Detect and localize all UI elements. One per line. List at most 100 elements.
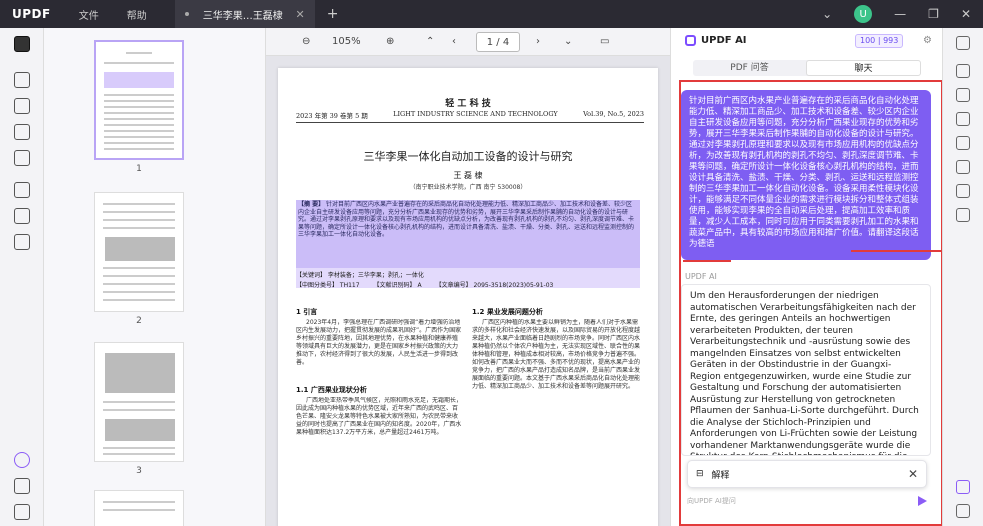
section-heading: 1.2 果业发展问题分析 — [472, 308, 543, 316]
right-tool-rail — [942, 28, 983, 526]
compress-icon[interactable] — [956, 112, 970, 126]
keywords: 【关键词】 李材装备；三华李果；剥孔；一体化 — [296, 272, 424, 279]
batch-icon[interactable] — [14, 234, 30, 250]
document-code: 【文献识别码】 A — [373, 282, 422, 289]
chevron-down-icon[interactable]: ⌄ — [822, 7, 832, 21]
zoom-level[interactable]: 105% — [332, 36, 361, 47]
column-left: 1 引言 2023年4月，李强总理在广西调研时强调“着力增强防治地区内生发展动力… — [296, 308, 462, 520]
section-heading: 1 引言 — [296, 308, 318, 316]
save-icon[interactable] — [956, 208, 970, 222]
underline-mark — [851, 250, 947, 252]
classification-row: 【中图分类号】 TH117 【文献识别码】 A 【文章编号】 2095-3518… — [296, 280, 640, 289]
document-area: 轻 工 科 技 2023 年第 39 卷第 5 期 LIGHT INDUSTRY… — [266, 56, 670, 526]
attachment-icon[interactable] — [14, 504, 30, 520]
tab-title: 三华李果…王磊棣 — [202, 10, 283, 22]
assistant-answer: Um den Herausforderungen der niedrigen a… — [681, 284, 931, 456]
abstract-label: 【摘 要】 — [298, 201, 325, 208]
explain-label[interactable]: 解释 — [712, 468, 730, 481]
column-right: 1.2 果业发展问题分析 广西区内种植的水果主要以鲜销为主，随着人们对于水果需求… — [472, 308, 640, 526]
journal-name: 轻 工 科 技 — [445, 99, 491, 109]
thumbnail-label: 2 — [136, 316, 142, 326]
close-explain-icon[interactable]: ✕ — [908, 467, 918, 481]
thumbnail-page-1[interactable] — [94, 40, 184, 160]
updf-ai-icon — [685, 35, 696, 46]
prev-page-icon[interactable]: ‹ — [452, 36, 456, 47]
thumbnail-panel: 1 2 3 — [44, 28, 266, 526]
paragraph: 广西区内种植的水果主要以鲜销为主，随着人们对于水果需求的多样化和社会经济快速发展… — [472, 319, 640, 390]
send-icon[interactable] — [918, 496, 927, 506]
journal-header: 2023 年第 39 卷第 5 期 LIGHT INDUSTRY SCIENCE… — [296, 110, 644, 123]
thumbnail-label: 3 — [136, 466, 142, 476]
mail-icon[interactable] — [956, 184, 970, 198]
new-tab-button[interactable]: + — [315, 6, 351, 22]
thumbnail-page-3[interactable] — [94, 342, 184, 462]
abstract-text: 针对目前广西区内水果产业普遍存在的采后商品化自动化处理能力低、精深加工商品少、加… — [298, 201, 635, 238]
ai-settings-icon[interactable]: ⚙ — [923, 35, 932, 46]
article-number: 【文章编号】 2095-3518(2023)05-91-03 — [435, 282, 554, 289]
tab-pdf-qa[interactable]: PDF 问答 — [693, 60, 806, 76]
paragraph: 广西地处亚热带季风气候区，光照和雨水充足，无霜期长，因此成为国内种植水果的优势区… — [296, 397, 462, 436]
avatar[interactable]: U — [854, 5, 873, 23]
user-message: 针对目前广西区内水果产业普遍存在的采后商品化自动化处理能力低、精深加工商品少、加… — [681, 90, 931, 260]
ocr-icon[interactable] — [956, 64, 970, 78]
thumbnail-page-2[interactable] — [94, 192, 184, 312]
app-logo: UPDF — [12, 7, 51, 21]
zoom-in-icon[interactable]: ⊕ — [386, 36, 394, 47]
protect-pdf-icon[interactable] — [956, 160, 970, 174]
layers-icon[interactable] — [14, 452, 30, 468]
menu-help[interactable]: 帮助 — [113, 7, 161, 22]
tab-chat[interactable]: 聊天 — [806, 60, 921, 76]
comment-icon[interactable] — [14, 72, 30, 88]
viewer-toolbar: ⊖ 105% ⊕ ⌃ ‹ 1 / 4 › ⌄ ▭ — [266, 28, 670, 56]
last-page-icon[interactable]: ⌄ — [564, 36, 572, 47]
abstract-highlighted[interactable]: 【摘 要】 针对目前广西区内水果产业普遍存在的采后商品化自动化处理能力低、精深加… — [296, 200, 640, 268]
first-page-icon[interactable]: ⌃ — [426, 36, 434, 47]
ai-quota-badge[interactable]: 100 | 993 — [855, 34, 904, 48]
present-icon[interactable]: ▭ — [600, 36, 609, 47]
ai-panel: UPDF AI 100 | 993 ⚙ PDF 问答 聊天 针对目前广西区内水果… — [670, 28, 947, 526]
document-tab[interactable]: 三华李果…王磊棣 ✕ — [174, 0, 315, 28]
explain-popup: ⊟ 解释 ✕ — [687, 460, 927, 488]
volume-info: Vol.39, No.5, 2023 — [583, 110, 644, 118]
ai-assistant-icon[interactable] — [956, 480, 970, 494]
next-page-icon[interactable]: › — [536, 36, 540, 47]
thumbnail-page-4[interactable] — [94, 490, 184, 526]
edit-icon[interactable] — [14, 98, 30, 114]
reader-icon[interactable] — [14, 36, 30, 52]
bookmark-icon[interactable] — [14, 478, 30, 494]
journal-english: LIGHT INDUSTRY SCIENCE AND TECHNOLOGY — [393, 110, 558, 118]
left-tool-rail — [0, 28, 44, 526]
title-bar: UPDF 文件 帮助 三华李果…王磊棣 ✕ + ⌄ U — ❐ ✕ — [0, 0, 983, 28]
protect-icon[interactable] — [14, 182, 30, 198]
chat-input-hint: 向UPDF AI提问 — [687, 497, 736, 505]
article-title: 三华李果一体化自动加工设备的设计与研究 — [363, 150, 573, 163]
issue-info: 2023 年第 39 卷第 5 期 — [296, 112, 368, 120]
paragraph: 2023年4月，李强总理在广西调研时强调“着力增强防治地区内生发展动力，把握贯彻… — [296, 319, 462, 366]
form-icon[interactable] — [14, 124, 30, 140]
tab-close-icon[interactable]: ✕ — [295, 8, 304, 21]
maximize-icon[interactable]: ❐ — [928, 7, 939, 21]
section-heading: 1.1 广西果业现状分析 — [296, 386, 367, 394]
explain-icon: ⊟ — [696, 469, 704, 479]
tools-icon[interactable] — [14, 208, 30, 224]
search-icon[interactable] — [956, 36, 970, 50]
quota-b: 993 — [883, 36, 899, 45]
ai-header: UPDF AI — [685, 35, 747, 46]
chat-icon[interactable] — [956, 504, 970, 518]
close-window-icon[interactable]: ✕ — [961, 7, 971, 21]
ai-tabs: PDF 问答 聊天 — [693, 60, 921, 76]
zoom-out-icon[interactable]: ⊖ — [302, 36, 310, 47]
organize-icon[interactable] — [14, 150, 30, 166]
menu-file[interactable]: 文件 — [65, 7, 113, 22]
page-indicator[interactable]: 1 / 4 — [476, 32, 520, 52]
minimize-icon[interactable]: — — [894, 7, 906, 21]
ai-title: UPDF AI — [701, 35, 747, 46]
tab-dot-icon — [184, 12, 189, 16]
article-affiliation: （南宁职业技术学院，广西 南宁 530008） — [409, 184, 527, 191]
thumbnail-label: 1 — [136, 164, 142, 174]
convert-icon[interactable] — [956, 88, 970, 102]
assistant-label: UPDF AI — [685, 272, 717, 281]
clc-number: 【中图分类号】 TH117 — [296, 282, 360, 289]
chat-input[interactable]: 向UPDF AI提问 — [687, 492, 927, 510]
share-icon[interactable] — [956, 136, 970, 150]
